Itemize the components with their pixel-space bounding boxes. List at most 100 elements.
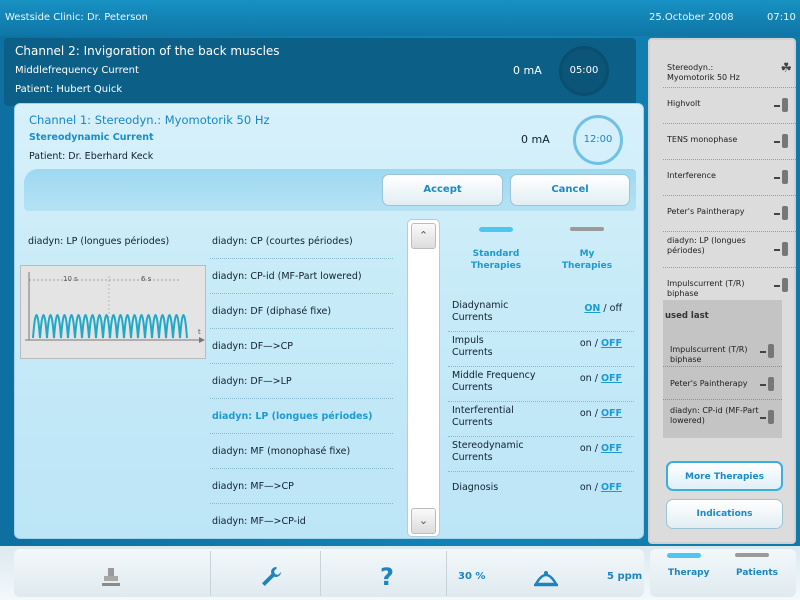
- preview-axis-label: t: [198, 328, 201, 336]
- channel-1-title: Channel 1: Stereodyn.: Myomotorik 50 Hz: [29, 113, 270, 127]
- sidebar-item-label: TENS monophase: [667, 135, 738, 144]
- program-item-label: diadyn: CP-id (MF-Part lowered): [212, 271, 362, 282]
- toggle-on[interactable]: on: [580, 338, 592, 349]
- channel-2-panel[interactable]: Channel 2: Invigoration of the back musc…: [4, 38, 636, 106]
- electrode-plug-icon: [774, 204, 788, 222]
- sidebar-item-label: Impulscurrent (T/R) biphase: [667, 279, 745, 298]
- toggle-separator: /: [591, 443, 601, 454]
- toggle-on[interactable]: on: [580, 443, 592, 454]
- sidebar-therapy-item[interactable]: Peter's Paintherapy: [663, 196, 796, 232]
- sidebar-therapy-item[interactable]: Interference: [663, 160, 796, 196]
- sidebar-therapy-item[interactable]: diadyn: LP (longues périodes): [663, 232, 796, 268]
- program-item[interactable]: diadyn: DF—>CP: [210, 329, 393, 364]
- program-item[interactable]: diadyn: DF (diphasé fixe): [210, 294, 393, 329]
- toggle-off[interactable]: OFF: [601, 373, 622, 384]
- therapy-filter-row: Stereodynamic Currents on / OFF: [448, 437, 634, 472]
- therapy-filter-name: Interferential Currents: [452, 405, 514, 428]
- tab-therapy-indicator: [667, 553, 701, 558]
- therapy-filter-name: Stereodynamic Currents: [452, 440, 524, 463]
- therapy-filter-row: Middle Frequency Currents on / OFF: [448, 367, 634, 402]
- channel-2-patient: Patient: Hubert Quick: [15, 84, 123, 95]
- electrode-plug-icon: [760, 375, 774, 393]
- program-item[interactable]: diadyn: CP (courtes périodes): [210, 224, 393, 259]
- electrode-plug-icon: [774, 132, 788, 150]
- tab-therapy[interactable]: Therapy: [668, 568, 709, 578]
- title-bar: Westside Clinic: Dr. Peterson 25.October…: [0, 0, 800, 36]
- program-item[interactable]: diadyn: MF—>CP-id: [210, 504, 393, 539]
- channel-2-timer[interactable]: 05:00: [559, 46, 609, 96]
- program-item[interactable]: diadyn: DF—>LP: [210, 364, 393, 399]
- program-item-label: diadyn: DF—>LP: [212, 376, 292, 387]
- pump-icon[interactable]: [533, 564, 559, 588]
- program-scrollbar[interactable]: ⌃ ⌄: [407, 219, 440, 537]
- help-icon[interactable]: ?: [380, 563, 394, 591]
- electrode-plug-icon: [774, 168, 788, 186]
- more-therapies-button[interactable]: More Therapies: [666, 461, 783, 491]
- sidebar-therapy-item[interactable]: Highvolt: [663, 88, 796, 124]
- therapy-filter-row: Impuls Currents on / OFF: [448, 332, 634, 367]
- channel-2-current: Middlefrequency Current: [15, 65, 139, 76]
- tab-patients-indicator: [735, 553, 769, 557]
- sidebar-therapy-item[interactable]: Stereodyn.: Myomotorik 50 Hz ☘: [663, 52, 796, 88]
- percent-value: 30 %: [458, 571, 486, 582]
- channel-2-intensity: 0 mA: [513, 64, 542, 77]
- program-item-selected[interactable]: diadyn: LP (longues périodes): [210, 399, 393, 434]
- toggle-on[interactable]: on: [580, 408, 592, 419]
- sidebar-item-label: Interference: [667, 171, 716, 180]
- tab-patients[interactable]: Patients: [736, 568, 778, 578]
- channel-1-timer[interactable]: 12:00: [573, 115, 623, 165]
- used-last-label: diadyn: CP-id (MF-Part lowered): [670, 406, 759, 425]
- toggle-off[interactable]: OFF: [601, 443, 622, 454]
- toggle-off[interactable]: OFF: [601, 338, 622, 349]
- scroll-down-button[interactable]: ⌄: [411, 508, 436, 534]
- scroll-up-button[interactable]: ⌃: [411, 223, 436, 249]
- program-item-label: diadyn: DF (diphasé fixe): [212, 306, 332, 317]
- electrode-plug-icon: [760, 342, 774, 360]
- sidebar-item-label: Stereodyn.: Myomotorik 50 Hz: [667, 63, 740, 82]
- sidebar-therapy-item[interactable]: Impulscurrent (T/R) biphase: [663, 268, 796, 304]
- used-last-label: Impulscurrent (T/R) biphase: [670, 345, 748, 364]
- toggle-on[interactable]: on: [580, 482, 592, 493]
- electrode-plug-icon: [760, 408, 774, 426]
- waveform-preview: 10 s 6 s t: [20, 265, 206, 359]
- stamp-icon[interactable]: [100, 565, 122, 589]
- toggle-off[interactable]: off: [610, 303, 622, 314]
- program-item-label: diadyn: MF—>CP: [212, 481, 294, 492]
- program-item-label: diadyn: DF—>CP: [212, 341, 293, 352]
- tab-standard-therapies[interactable]: Standard Therapies: [455, 248, 537, 272]
- accept-button[interactable]: Accept: [382, 174, 503, 206]
- program-item[interactable]: diadyn: MF (monophasé fixe): [210, 434, 393, 469]
- therapy-filter-name: Diagnosis: [452, 482, 499, 493]
- toggle-off[interactable]: OFF: [601, 482, 622, 493]
- program-item-label: diadyn: LP (longues périodes): [212, 411, 373, 422]
- used-last-item[interactable]: Impulscurrent (T/R) biphase: [663, 334, 782, 367]
- used-last-item[interactable]: Peter's Paintherapy: [663, 367, 782, 400]
- used-last-label: Peter's Paintherapy: [670, 379, 748, 388]
- wrench-icon[interactable]: [258, 564, 284, 590]
- preview-period-2: 6 s: [141, 275, 152, 283]
- toggle-separator: /: [591, 338, 601, 349]
- chevron-up-icon: ⌃: [418, 229, 429, 242]
- channel-1-patient: Patient: Dr. Eberhard Keck: [29, 151, 154, 162]
- program-item-label: diadyn: MF—>CP-id: [212, 516, 306, 527]
- tab-my-indicator: [570, 227, 604, 231]
- program-item[interactable]: diadyn: MF—>CP: [210, 469, 393, 504]
- tab-my-therapies[interactable]: My Therapies: [546, 248, 628, 272]
- used-last-item[interactable]: diadyn: CP-id (MF-Part lowered): [663, 400, 782, 438]
- channel-2-title: Channel 2: Invigoration of the back musc…: [15, 44, 280, 58]
- time-display: 07:10: [767, 12, 796, 23]
- toggle-on[interactable]: on: [580, 373, 592, 384]
- cancel-button[interactable]: Cancel: [510, 174, 630, 206]
- toggle-on[interactable]: ON: [584, 303, 600, 314]
- sidebar-therapy-item[interactable]: TENS monophase: [663, 124, 796, 160]
- toggle-separator: /: [591, 482, 601, 493]
- program-item[interactable]: diadyn: CP-id (MF-Part lowered): [210, 259, 393, 294]
- indications-button[interactable]: Indications: [666, 499, 783, 529]
- sidebar-item-label: Peter's Paintherapy: [667, 207, 745, 216]
- therapy-filter-row: Diagnosis on / OFF: [448, 472, 634, 507]
- toggle-separator: /: [591, 373, 601, 384]
- toggle-off[interactable]: OFF: [601, 408, 622, 419]
- program-item-label: diadyn: MF (monophasé fixe): [212, 446, 351, 457]
- tab-standard-indicator: [479, 227, 513, 232]
- electrode-plug-icon: [774, 96, 788, 114]
